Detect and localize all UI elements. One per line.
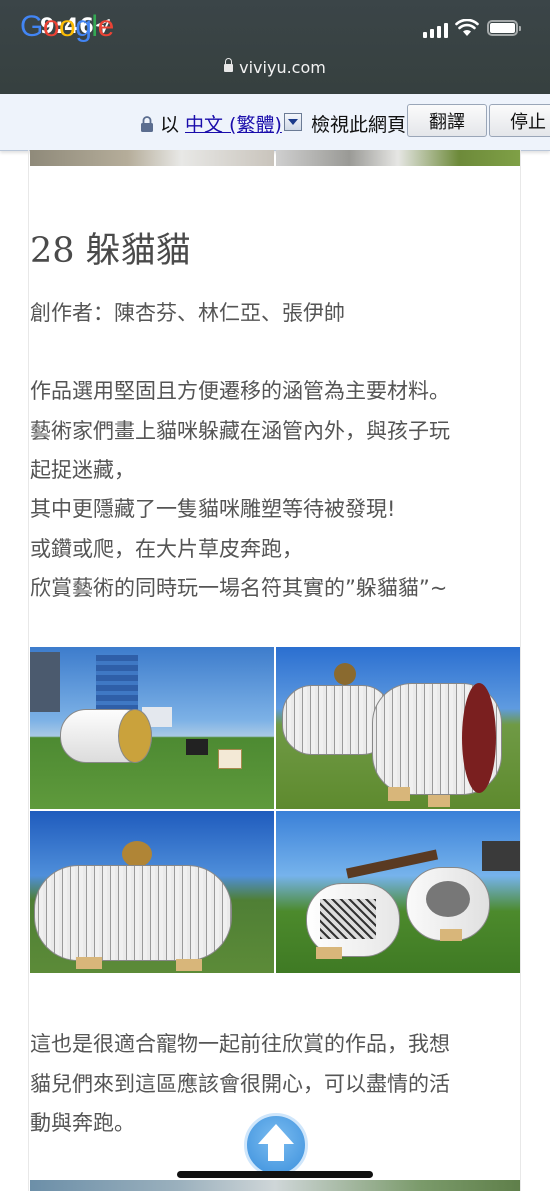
comment-line: 貓兒們來到這區應該會很開心，可以盡情的活 xyxy=(30,1072,450,1096)
description-line: 其中更隱藏了一隻貓咪雕塑等待被發現! xyxy=(30,497,396,521)
previous-photo-right xyxy=(276,150,520,166)
artwork-photo-1[interactable] xyxy=(30,647,274,809)
article-authors: 創作者：陳杏芬、林仁亞、張伊帥 xyxy=(30,301,345,325)
description-line: 欣賞藝術的同時玩一場名符其實的”躲貓貓”~ xyxy=(30,576,448,600)
article-title: 28 躲貓貓 xyxy=(30,231,191,271)
previous-photo-left xyxy=(30,150,274,166)
wifi-icon xyxy=(455,19,479,36)
artwork-photo-4[interactable] xyxy=(276,811,520,973)
previous-photo-strip xyxy=(30,150,520,166)
description-line: 起捉迷藏， xyxy=(30,458,135,482)
description-line: 藝術家們畫上貓咪躲藏在涵管內外，與孩子玩 xyxy=(30,419,450,443)
comment-line: 動與奔跑。 xyxy=(30,1111,135,1135)
translate-lock-icon xyxy=(141,116,153,132)
description-line: 或鑽或爬，在大片草皮奔跑， xyxy=(30,537,303,561)
language-dropdown-button[interactable] xyxy=(284,113,302,131)
home-indicator[interactable] xyxy=(177,1171,373,1178)
lock-icon xyxy=(224,58,234,72)
google-logo: Google xyxy=(20,10,114,43)
description-line: 作品選用堅固且方便遷移的涵管為主要材料。 xyxy=(30,379,450,403)
language-link[interactable]: 中文 (繁體) xyxy=(185,110,282,137)
battery-icon xyxy=(487,20,521,36)
translate-prefix: 以 xyxy=(160,114,180,136)
address-bar[interactable]: viviyu.com xyxy=(0,58,550,77)
artwork-photo-3[interactable] xyxy=(30,811,274,973)
scroll-to-top-icon[interactable] xyxy=(244,1113,308,1177)
stop-button[interactable]: 停止 xyxy=(489,104,550,137)
next-photo-strip xyxy=(30,1180,520,1191)
artwork-photo-2[interactable] xyxy=(276,647,520,809)
translate-button[interactable]: 翻譯 xyxy=(407,104,487,137)
cellular-signal-icon xyxy=(423,22,449,38)
view-page-label: 檢視此網頁 xyxy=(311,114,407,136)
comment-line: 這也是很適合寵物一起前往欣賞的作品，我想 xyxy=(30,1032,450,1056)
url-text: viviyu.com xyxy=(239,58,326,77)
